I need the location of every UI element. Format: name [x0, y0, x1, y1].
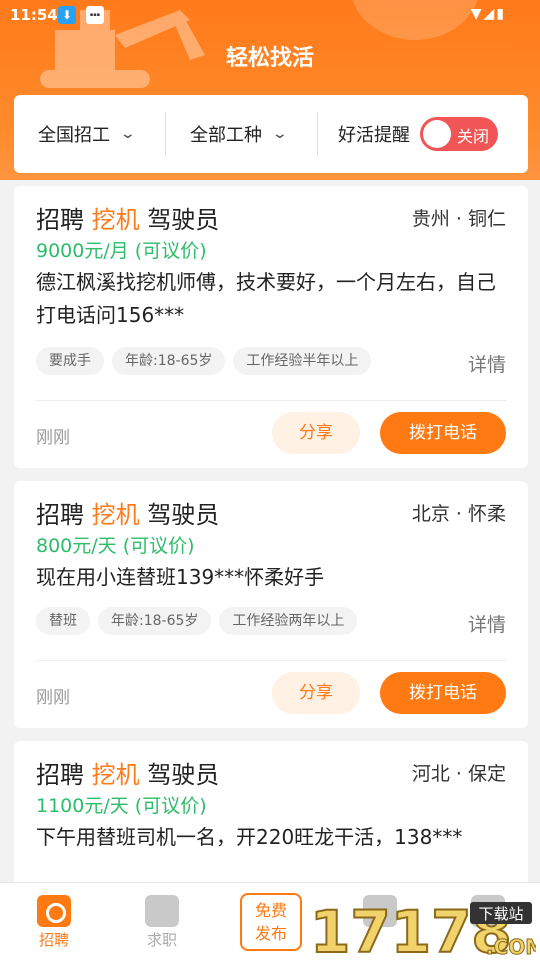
post-time: 刚刚	[36, 428, 70, 448]
job-location: 河北 · 保定	[411, 763, 506, 785]
job-tag: 要成手	[36, 347, 104, 375]
job-type-filter[interactable]: 全部工种 ⌄	[166, 112, 318, 156]
chevron-down-icon: ⌄	[271, 126, 289, 142]
job-title-prefix: 招聘	[36, 761, 84, 789]
job-remind-label: 好活提醒	[338, 125, 410, 146]
job-tag: 替班	[36, 607, 90, 635]
post-time: 刚刚	[36, 688, 70, 708]
job-tag: 年龄:18-65岁	[112, 347, 226, 375]
job-salary: 800元/天 (可议价)	[36, 535, 195, 557]
job-title-keyword: 挖机	[91, 206, 140, 234]
tie-icon	[145, 895, 179, 927]
job-tag: 工作经验两年以上	[219, 607, 358, 635]
job-title: 招聘 挖机 驾驶员	[36, 755, 219, 790]
nav-recruit-label: 招聘	[38, 931, 69, 949]
status-time: 11:54	[10, 6, 58, 24]
toggle-knob	[423, 120, 451, 148]
job-title: 招聘 挖机 驾驶员	[36, 495, 219, 530]
job-title-prefix: 招聘	[36, 206, 84, 234]
job-description: 现在用小连替班139***怀柔好手	[36, 565, 325, 589]
job-tag: 工作经验半年以上	[233, 347, 372, 375]
share-button[interactable]: 分享	[272, 672, 360, 714]
job-location: 北京 · 怀柔	[411, 503, 506, 525]
region-filter-label: 全国招工	[38, 125, 110, 146]
job-card[interactable]: 招聘 挖机 驾驶员 贵州 · 铜仁 9000元/月 (可议价) 德江枫溪找挖机师…	[14, 186, 528, 468]
divider	[36, 400, 506, 401]
call-button[interactable]: 拨打电话	[380, 672, 506, 714]
job-title-suffix: 驾驶员	[147, 761, 220, 789]
job-title-suffix: 驾驶员	[147, 501, 220, 529]
job-location: 贵州 · 铜仁	[411, 208, 506, 230]
detail-link[interactable]: 详情	[468, 350, 506, 377]
job-description: 下午用替班司机一名，开220旺龙干活，138***	[36, 825, 463, 849]
job-salary: 1100元/天 (可议价)	[36, 795, 207, 817]
watermark-com: .COM	[486, 935, 536, 959]
toggle-state-label: 关闭	[456, 127, 489, 146]
page-title: 轻松找活	[225, 46, 314, 71]
nav-job-seek-label: 求职	[146, 931, 177, 949]
site-watermark-logo: 17178 下载站 .COM	[310, 897, 536, 960]
download-notification-icon: ⬇	[58, 6, 76, 24]
watermark-sub: 下载站	[478, 905, 523, 923]
job-title-keyword: 挖机	[91, 501, 140, 529]
detail-link[interactable]: 详情	[468, 610, 506, 637]
call-button[interactable]: 拨打电话	[380, 412, 506, 454]
job-card[interactable]: 招聘 挖机 驾驶员 北京 · 怀柔 800元/天 (可议价) 现在用小连替班13…	[14, 481, 528, 728]
job-tags: 替班 年龄:18-65岁 工作经验两年以上	[36, 607, 358, 635]
filter-bar: 全国招工 ⌄ 全部工种 ⌄ 好活提醒 关闭	[14, 95, 528, 173]
job-title: 招聘 挖机 驾驶员	[36, 200, 219, 235]
chevron-down-icon: ⌄	[119, 126, 137, 142]
job-remind: 好活提醒 关闭	[318, 112, 528, 156]
job-tag: 年龄:18-65岁	[98, 607, 212, 635]
job-tags: 要成手 年龄:18-65岁 工作经验半年以上	[36, 347, 372, 375]
nav-recruit[interactable]: 招聘	[24, 895, 84, 950]
publish-button[interactable]: 免费 发布	[240, 893, 302, 951]
job-card[interactable]: 招聘 挖机 驾驶员 河北 · 保定 1100元/天 (可议价) 下午用替班司机一…	[14, 741, 528, 901]
job-description: 德江枫溪找挖机师傅，技术要好，一个月左右，自己打电话问156***	[36, 270, 496, 327]
app-notification-icon: ▪▪▪	[86, 6, 104, 24]
job-title-prefix: 招聘	[36, 501, 84, 529]
job-salary: 9000元/月 (可议价)	[36, 240, 207, 262]
region-filter[interactable]: 全国招工 ⌄	[14, 112, 166, 156]
recruit-icon	[37, 895, 71, 927]
share-button[interactable]: 分享	[272, 412, 360, 454]
status-bar: 11:54 ⬇ ▪▪▪ ▼◢▮	[0, 0, 540, 32]
job-type-filter-label: 全部工种	[190, 125, 262, 146]
divider	[36, 660, 506, 661]
job-title-keyword: 挖机	[91, 761, 140, 789]
system-status-icons: ▼◢▮	[470, 6, 506, 22]
job-remind-toggle[interactable]: 关闭	[420, 117, 498, 151]
job-title-suffix: 驾驶员	[147, 206, 220, 234]
publish-label-1: 免费	[254, 901, 287, 920]
nav-job-seek[interactable]: 求职	[132, 895, 192, 950]
publish-label-2: 发布	[254, 924, 287, 943]
